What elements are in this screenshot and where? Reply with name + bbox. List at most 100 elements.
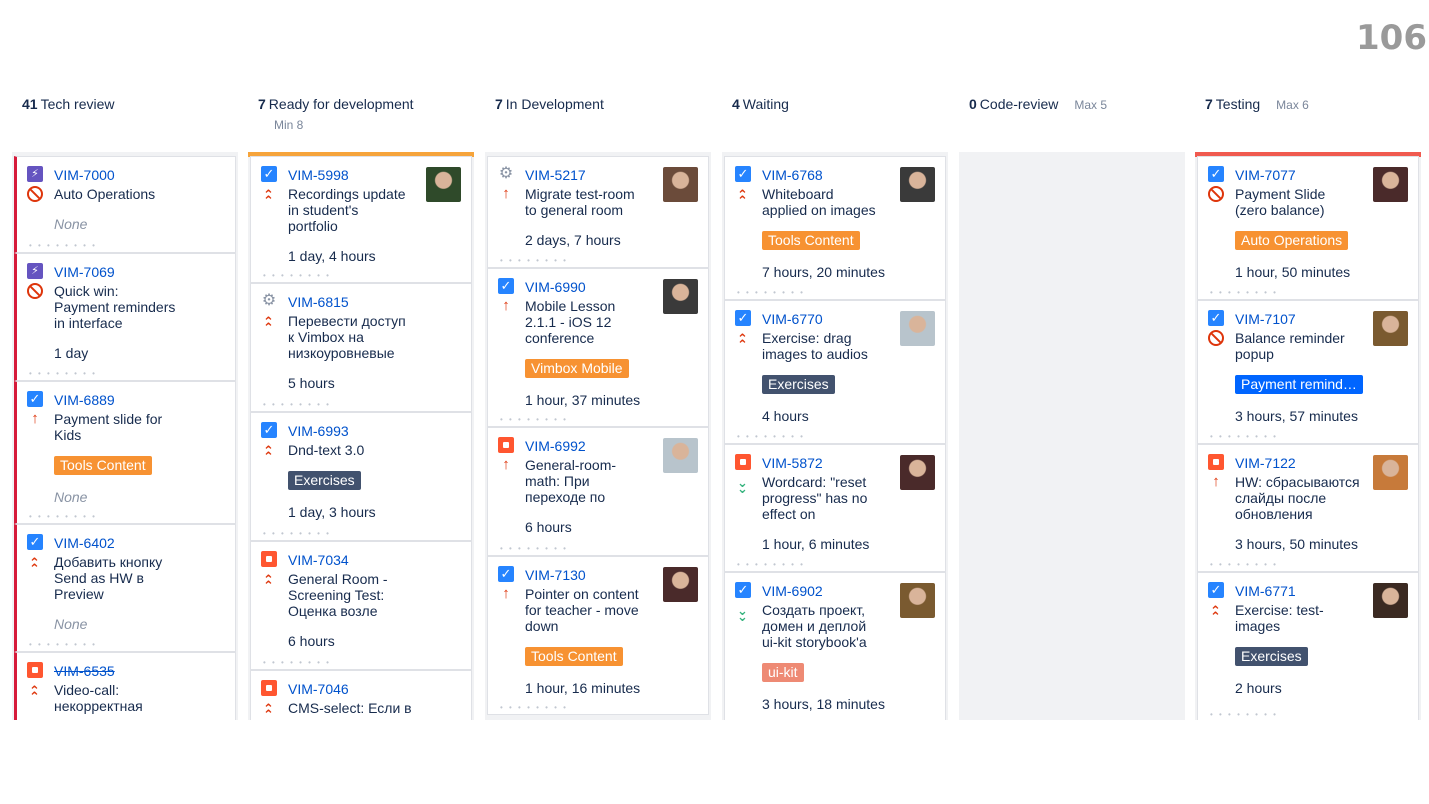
column-header-code-review[interactable]: 0 Code-review Max 5: [969, 96, 1107, 112]
assignee-avatar[interactable]: [663, 567, 698, 602]
time-in-column-dots: • • • • • • • •: [263, 400, 331, 409]
issue-card[interactable]: ✓ VIM-6771 ⌃⌃ Exercise: test- images Exercis…: [1197, 572, 1419, 720]
column-header-testing[interactable]: 7 Testing Max 6: [1205, 96, 1309, 112]
issue-estimate: 3 hours, 57 minutes: [1235, 408, 1358, 424]
issue-card[interactable]: VIM-5872 ⌄⌄ Wordcard: "reset progress" has…: [724, 444, 946, 572]
assignee-avatar[interactable]: [900, 455, 935, 490]
issue-key[interactable]: VIM-5217: [525, 166, 586, 184]
issue-key[interactable]: VIM-6889: [54, 391, 115, 409]
issue-key[interactable]: VIM-6992: [525, 437, 586, 455]
column-title: Testing: [1215, 96, 1261, 112]
issue-card[interactable]: ⚙ VIM-6815 ⌃⌃ Перевести доступ к Vimbox на …: [250, 283, 472, 412]
issue-estimate: 3 hours, 18 minutes: [762, 696, 885, 712]
time-in-column-dots: • • • • • • • •: [263, 271, 331, 280]
column-header-waiting[interactable]: 4 Waiting: [732, 96, 789, 112]
issue-card[interactable]: VIM-7034 ⌃⌃ General Room - Screening Test:…: [250, 541, 472, 670]
issue-card[interactable]: ✓ VIM-6990 ↑ Mobile Lesson 2.1.1 - iOS 12 c…: [487, 268, 709, 427]
issue-type: ✓: [27, 534, 43, 550]
assignee-avatar[interactable]: [426, 167, 461, 202]
issue-key[interactable]: VIM-6770: [762, 310, 823, 328]
priority-high-icon: ⌃⌃: [28, 684, 43, 696]
time-in-column-dots: • • • • • • • •: [737, 560, 805, 569]
issue-key[interactable]: VIM-7077: [1235, 166, 1296, 184]
column-ready-for-development: ✓ VIM-5998 ⌃⌃ Recordings update in student'…: [248, 152, 474, 720]
issue-priority: ↑: [27, 411, 43, 427]
assignee-avatar[interactable]: [1373, 167, 1408, 202]
issue-card[interactable]: ✓ VIM-6889 ↑ Payment slide for Kids Tools Co…: [14, 381, 236, 524]
issue-type: ⚡: [27, 263, 43, 279]
bug-icon: [261, 551, 277, 567]
issue-label: ui-kit: [762, 663, 804, 682]
issue-summary: Добавить кнопку Send as HW в Preview: [54, 554, 163, 602]
issue-summary: General Room - Screening Test: Оценка во…: [288, 571, 388, 619]
issue-key[interactable]: VIM-7130: [525, 566, 586, 584]
issue-card[interactable]: ✓ VIM-6402 ⌃⌃ Добавить кнопку Send as HW в …: [14, 524, 236, 652]
issue-estimate: None: [54, 616, 88, 632]
column-header-in-development[interactable]: 7 In Development: [495, 96, 604, 112]
issue-card[interactable]: VIM-7046 ⌃⌃ CMS-select: Если в • • • • • • …: [250, 670, 472, 720]
column-header-tech-review[interactable]: 41 Tech review: [22, 96, 115, 112]
issue-key[interactable]: VIM-7000: [54, 166, 115, 184]
issue-key[interactable]: VIM-6402: [54, 534, 115, 552]
issue-card[interactable]: ✓ VIM-6902 ⌄⌄ Создать проект, домен и депло…: [724, 572, 946, 720]
issue-card[interactable]: ✓ VIM-7107 Balance reminder popup Payment r…: [1197, 300, 1419, 444]
issue-key[interactable]: VIM-7069: [54, 263, 115, 281]
issue-estimate: 2 days, 7 hours: [525, 232, 621, 248]
assignee-avatar[interactable]: [663, 279, 698, 314]
issue-key[interactable]: VIM-6535: [54, 662, 115, 680]
column-count: 7: [495, 96, 503, 112]
priority-up-icon: ↑: [1212, 473, 1220, 490]
issue-card[interactable]: VIM-7122 ↑ HW: сбрасываются слайды после о…: [1197, 444, 1419, 572]
issue-type: ✓: [1208, 582, 1224, 598]
issue-key[interactable]: VIM-7034: [288, 551, 349, 569]
column-tech-review: ⚡ VIM-7000 Auto Operations None • • • • • • …: [12, 152, 238, 720]
issue-card[interactable]: ⚡ VIM-7069 Quick win: Payment reminders in…: [14, 253, 236, 381]
priority-high-icon: ⌃⌃: [262, 573, 277, 585]
issue-key[interactable]: VIM-6815: [288, 293, 349, 311]
issue-key[interactable]: VIM-6993: [288, 422, 349, 440]
epic-icon: ⚡: [27, 166, 43, 182]
assignee-avatar[interactable]: [900, 583, 935, 618]
priority-high-icon: ⌃⌃: [262, 188, 277, 200]
assignee-avatar[interactable]: [1373, 311, 1408, 346]
time-in-column-dots: • • • • • • • •: [1210, 288, 1278, 297]
issue-card[interactable]: ✓ VIM-5998 ⌃⌃ Recordings update in student'…: [250, 156, 472, 283]
priority-high-icon: ⌃⌃: [262, 315, 277, 327]
time-in-column-dots: • • • • • • • •: [500, 544, 568, 553]
issue-card[interactable]: VIM-6992 ↑ General-room- math: При переход…: [487, 427, 709, 556]
issue-card[interactable]: ✓ VIM-7077 Payment Slide (zero balance) Aut…: [1197, 156, 1419, 300]
issue-card[interactable]: ✓ VIM-6993 ⌃⌃ Dnd-text 3.0 Exercises 1 day, 3…: [250, 412, 472, 541]
issue-summary: Mobile Lesson 2.1.1 - iOS 12 conference: [525, 298, 616, 346]
assignee-avatar[interactable]: [1373, 455, 1408, 490]
issue-key[interactable]: VIM-6768: [762, 166, 823, 184]
assignee-avatar[interactable]: [900, 167, 935, 202]
column-max-limit: Max 5: [1074, 98, 1108, 112]
issue-key[interactable]: VIM-6990: [525, 278, 586, 296]
issue-key[interactable]: VIM-7122: [1235, 454, 1296, 472]
issue-key[interactable]: VIM-7107: [1235, 310, 1296, 328]
issue-key[interactable]: VIM-5998: [288, 166, 349, 184]
assignee-avatar[interactable]: [663, 438, 698, 473]
issue-card[interactable]: ✓ VIM-6770 ⌃⌃ Exercise: drag images to audi…: [724, 300, 946, 444]
blocker-icon: [27, 186, 43, 202]
issue-card[interactable]: ⚡ VIM-7000 Auto Operations None • • • • • • …: [14, 156, 236, 253]
issue-key[interactable]: VIM-6902: [762, 582, 823, 600]
issue-key[interactable]: VIM-5872: [762, 454, 823, 472]
issue-estimate: 5 hours: [288, 375, 335, 391]
column-header-ready-for-development[interactable]: 7 Ready for development Min 8: [258, 96, 414, 132]
issue-type: [261, 680, 277, 696]
issue-card[interactable]: ⚙ VIM-5217 ↑ Migrate test-room to general r…: [487, 156, 709, 268]
issue-key[interactable]: VIM-7046: [288, 680, 349, 698]
assignee-avatar[interactable]: [1373, 583, 1408, 618]
assignee-avatar[interactable]: [900, 311, 935, 346]
issue-card[interactable]: ✓ VIM-7130 ↑ Pointer on content for teacher…: [487, 556, 709, 715]
issue-card[interactable]: VIM-6535⌃⌃Video-call: некорректная• • • …: [14, 652, 236, 720]
column-title: Waiting: [742, 96, 789, 112]
issue-summary: Balance reminder popup: [1235, 330, 1345, 362]
priority-up-icon: ↑: [502, 585, 510, 602]
issue-summary: Migrate test-room to general room: [525, 186, 635, 218]
assignee-avatar[interactable]: [663, 167, 698, 202]
time-in-column-dots: • • • • • • • •: [29, 241, 97, 250]
issue-card[interactable]: ✓ VIM-6768 ⌃⌃ Whiteboard applied on images T…: [724, 156, 946, 300]
issue-key[interactable]: VIM-6771: [1235, 582, 1296, 600]
